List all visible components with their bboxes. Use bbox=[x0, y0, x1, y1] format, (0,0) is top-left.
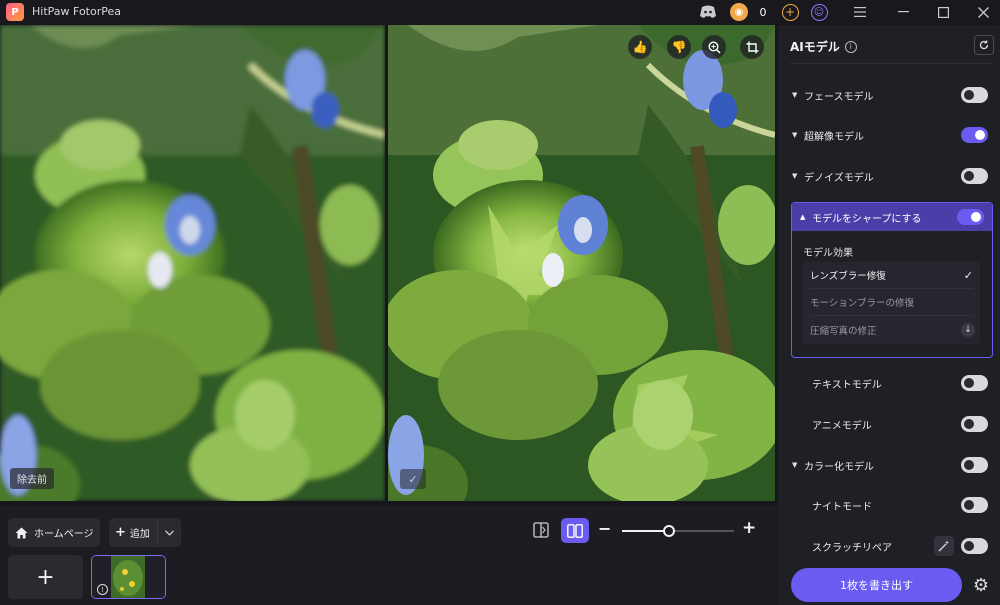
coin-icon[interactable]: ◉ bbox=[729, 2, 749, 22]
effect-lens-blur[interactable]: レンズブラー修復 ✓ bbox=[810, 262, 973, 289]
effect-compression-fix[interactable]: 圧縮写真の修正 ↓ bbox=[810, 316, 975, 343]
discord-icon[interactable] bbox=[697, 2, 719, 22]
title-bar: P HitPaw FotorPea ◉ 0 + ☺ bbox=[0, 0, 1000, 24]
gear-icon[interactable]: ⚙ bbox=[970, 574, 992, 596]
buy-credits-icon[interactable]: + bbox=[780, 2, 800, 22]
check-icon[interactable]: ✓ bbox=[400, 469, 426, 489]
info-icon[interactable]: i bbox=[844, 40, 857, 53]
model-row-scratch-repair[interactable]: スクラッチリペア bbox=[792, 535, 988, 557]
effect-motion-blur[interactable]: モーションブラーの修復 bbox=[810, 289, 973, 316]
model-label: アニメモデル bbox=[812, 420, 872, 432]
model-row-super-resolution[interactable]: ▼ 超解像モデル bbox=[792, 124, 988, 146]
info-icon[interactable]: ! bbox=[97, 584, 108, 595]
magic-wand-icon[interactable] bbox=[934, 536, 954, 556]
caret-down-icon[interactable]: ▼ bbox=[792, 461, 804, 469]
menu-icon[interactable] bbox=[851, 2, 869, 22]
minimize-icon[interactable] bbox=[894, 2, 912, 22]
account-icon[interactable]: ☺ bbox=[809, 2, 829, 22]
sharpen-toggle[interactable] bbox=[957, 209, 984, 225]
colorize-toggle[interactable] bbox=[961, 457, 988, 473]
text-model-toggle[interactable] bbox=[961, 375, 988, 391]
face-model-toggle[interactable] bbox=[961, 87, 988, 103]
home-button-label: ホームページ bbox=[34, 529, 94, 540]
zoom-in-icon[interactable] bbox=[702, 35, 726, 59]
model-row-text[interactable]: テキストモデル bbox=[792, 372, 988, 394]
thumbs-up-icon[interactable]: 👍 bbox=[628, 35, 652, 59]
model-row-denoise[interactable]: ▼ デノイズモデル bbox=[792, 165, 988, 187]
super-resolution-toggle[interactable] bbox=[961, 127, 988, 143]
zoom-out-button[interactable]: − bbox=[598, 519, 611, 538]
caret-up-icon[interactable]: ▲ bbox=[800, 213, 812, 221]
before-label: 除去前 bbox=[10, 468, 54, 489]
export-button[interactable]: 1枚を書き出す bbox=[791, 568, 962, 602]
home-icon bbox=[15, 527, 28, 538]
effect-label: 圧縮写真の修正 bbox=[810, 325, 877, 337]
caret-down-icon[interactable]: ▼ bbox=[792, 91, 804, 99]
model-row-colorize[interactable]: ▼ カラー化モデル bbox=[792, 454, 988, 476]
model-label: ナイトモード bbox=[812, 501, 872, 513]
download-icon[interactable]: ↓ bbox=[961, 322, 975, 337]
home-button[interactable]: ホームページ bbox=[8, 518, 100, 547]
panel-header: AIモデル i bbox=[790, 38, 857, 55]
model-row-face[interactable]: ▼ フェースモデル bbox=[792, 84, 988, 106]
app-logo: P bbox=[6, 3, 24, 21]
model-label: カラー化モデル bbox=[804, 461, 874, 473]
zoom-slider-fill bbox=[622, 530, 670, 532]
sharpen-model-section: ▲ モデルをシャープにする モデル効果 レンズブラー修復 ✓ モーションブラーの… bbox=[791, 202, 993, 358]
thumbs-down-icon[interactable]: 👎 bbox=[667, 35, 691, 59]
ai-model-panel: AIモデル i ▼ フェースモデル ▼ 超解像モデル ▼ デノイズモデル ▲ モ… bbox=[778, 25, 1000, 605]
add-image-tile[interactable]: + bbox=[8, 555, 83, 599]
model-label: 超解像モデル bbox=[804, 131, 864, 143]
model-label: フェースモデル bbox=[804, 91, 874, 103]
coin-count: 0 bbox=[759, 5, 767, 19]
reset-icon[interactable] bbox=[974, 35, 994, 55]
add-button-group[interactable]: + 追加 bbox=[109, 518, 181, 547]
app-title: HitPaw FotorPea bbox=[32, 5, 121, 18]
effect-label: モーションブラーの修復 bbox=[810, 298, 915, 309]
after-image-pane[interactable]: 👍 👎 ✓ bbox=[388, 25, 775, 501]
bottom-toolbar: ホームページ + 追加 + ! − + bbox=[0, 505, 778, 605]
night-mode-toggle[interactable] bbox=[961, 497, 988, 513]
denoise-toggle[interactable] bbox=[961, 168, 988, 184]
add-button-label: 追加 bbox=[129, 529, 150, 540]
effect-list: レンズブラー修復 ✓ モーションブラーの修復 圧縮写真の修正 ↓ bbox=[803, 262, 980, 344]
crop-icon[interactable] bbox=[740, 35, 764, 59]
chevron-down-icon[interactable] bbox=[158, 529, 181, 536]
add-button[interactable]: + 追加 bbox=[109, 518, 158, 547]
after-photo bbox=[388, 25, 775, 501]
zoom-slider[interactable] bbox=[622, 525, 734, 537]
before-image-pane[interactable]: 除去前 bbox=[0, 25, 385, 501]
model-row-sharpen[interactable]: ▲ モデルをシャープにする bbox=[792, 203, 992, 231]
scratch-repair-toggle[interactable] bbox=[961, 538, 988, 554]
before-photo bbox=[0, 25, 385, 501]
model-label: スクラッチリペア bbox=[812, 542, 892, 554]
split-view-icon[interactable] bbox=[561, 518, 589, 543]
model-label: デノイズモデル bbox=[804, 172, 874, 184]
model-label: モデルをシャープにする bbox=[812, 213, 922, 225]
caret-down-icon[interactable]: ▼ bbox=[792, 172, 804, 180]
model-row-night[interactable]: ナイトモード bbox=[792, 494, 988, 516]
zoom-slider-handle[interactable] bbox=[663, 525, 676, 537]
model-label: テキストモデル bbox=[812, 379, 882, 391]
single-view-icon[interactable] bbox=[531, 520, 551, 540]
zoom-in-button[interactable]: + bbox=[742, 518, 756, 538]
maximize-icon[interactable] bbox=[934, 2, 952, 22]
plus-icon: + bbox=[115, 525, 126, 540]
caret-down-icon[interactable]: ▼ bbox=[792, 131, 804, 139]
panel-title: AIモデル bbox=[790, 40, 840, 54]
panel-divider bbox=[790, 63, 992, 64]
anime-model-toggle[interactable] bbox=[961, 416, 988, 432]
close-icon[interactable] bbox=[974, 2, 992, 22]
model-row-anime[interactable]: アニメモデル bbox=[792, 413, 988, 435]
effect-label: レンズブラー修復 bbox=[810, 271, 886, 282]
image-thumbnail[interactable]: ! bbox=[91, 555, 166, 599]
effect-title: モデル効果 bbox=[803, 248, 853, 259]
checkmark-icon: ✓ bbox=[963, 268, 973, 282]
